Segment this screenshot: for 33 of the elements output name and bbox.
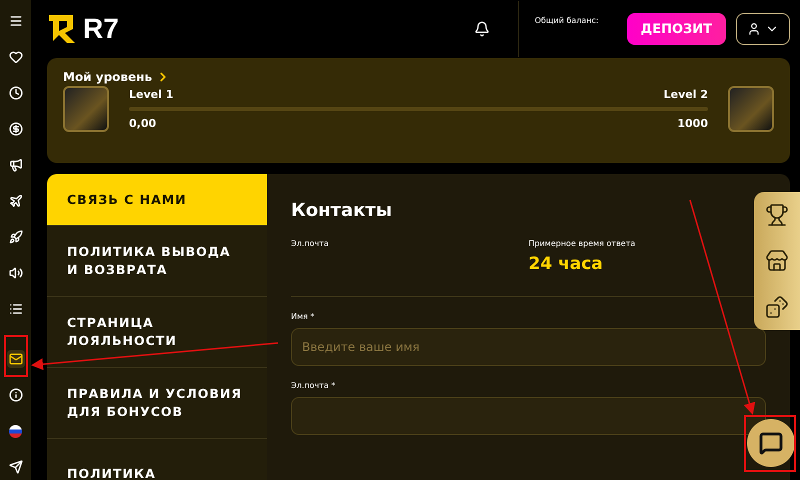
field-label: Эл.почта *: [291, 381, 336, 390]
envelope-icon[interactable]: [6, 350, 24, 368]
level-label: Level 1: [129, 88, 174, 101]
trophy-icon[interactable]: [765, 203, 789, 227]
input-field[interactable]: Введите ваше имя: [291, 328, 766, 366]
level-badge-image: [63, 86, 109, 132]
page-title: Контакты: [291, 200, 394, 221]
paper-plane-icon[interactable]: [6, 458, 24, 476]
user-icon: [747, 22, 761, 36]
highlight-box: [744, 415, 796, 472]
balance-label: Общий баланс:: [534, 16, 599, 25]
coin-icon[interactable]: [6, 120, 24, 138]
account-button[interactable]: [736, 13, 790, 45]
logo[interactable]: R7: [47, 13, 119, 45]
response-time-value: 24 часа: [528, 254, 604, 274]
level-badge-image: [728, 86, 774, 132]
deposit-button[interactable]: ДЕПОЗИТ: [626, 13, 726, 45]
points-value: 1000: [677, 117, 708, 130]
highlight-box: [4, 335, 28, 377]
info-icon[interactable]: [6, 386, 24, 404]
input-field[interactable]: [291, 397, 766, 435]
menu-item[interactable]: СВЯЗЬ С НАМИ: [47, 174, 267, 226]
level-label: Level 2: [664, 88, 708, 101]
response-time-label: Примерное время ответа: [528, 239, 636, 248]
dice-icon[interactable]: [765, 295, 789, 319]
bell-icon[interactable]: [474, 21, 490, 37]
store-icon[interactable]: [765, 249, 789, 273]
field-label: Имя *: [291, 312, 316, 321]
email-label: Эл.почта: [291, 239, 330, 248]
points-value: 0,00: [129, 117, 156, 130]
level-title[interactable]: Мой уровень: [63, 70, 152, 84]
speech-bubble-icon: [759, 431, 783, 455]
clock-icon[interactable]: [6, 84, 24, 102]
